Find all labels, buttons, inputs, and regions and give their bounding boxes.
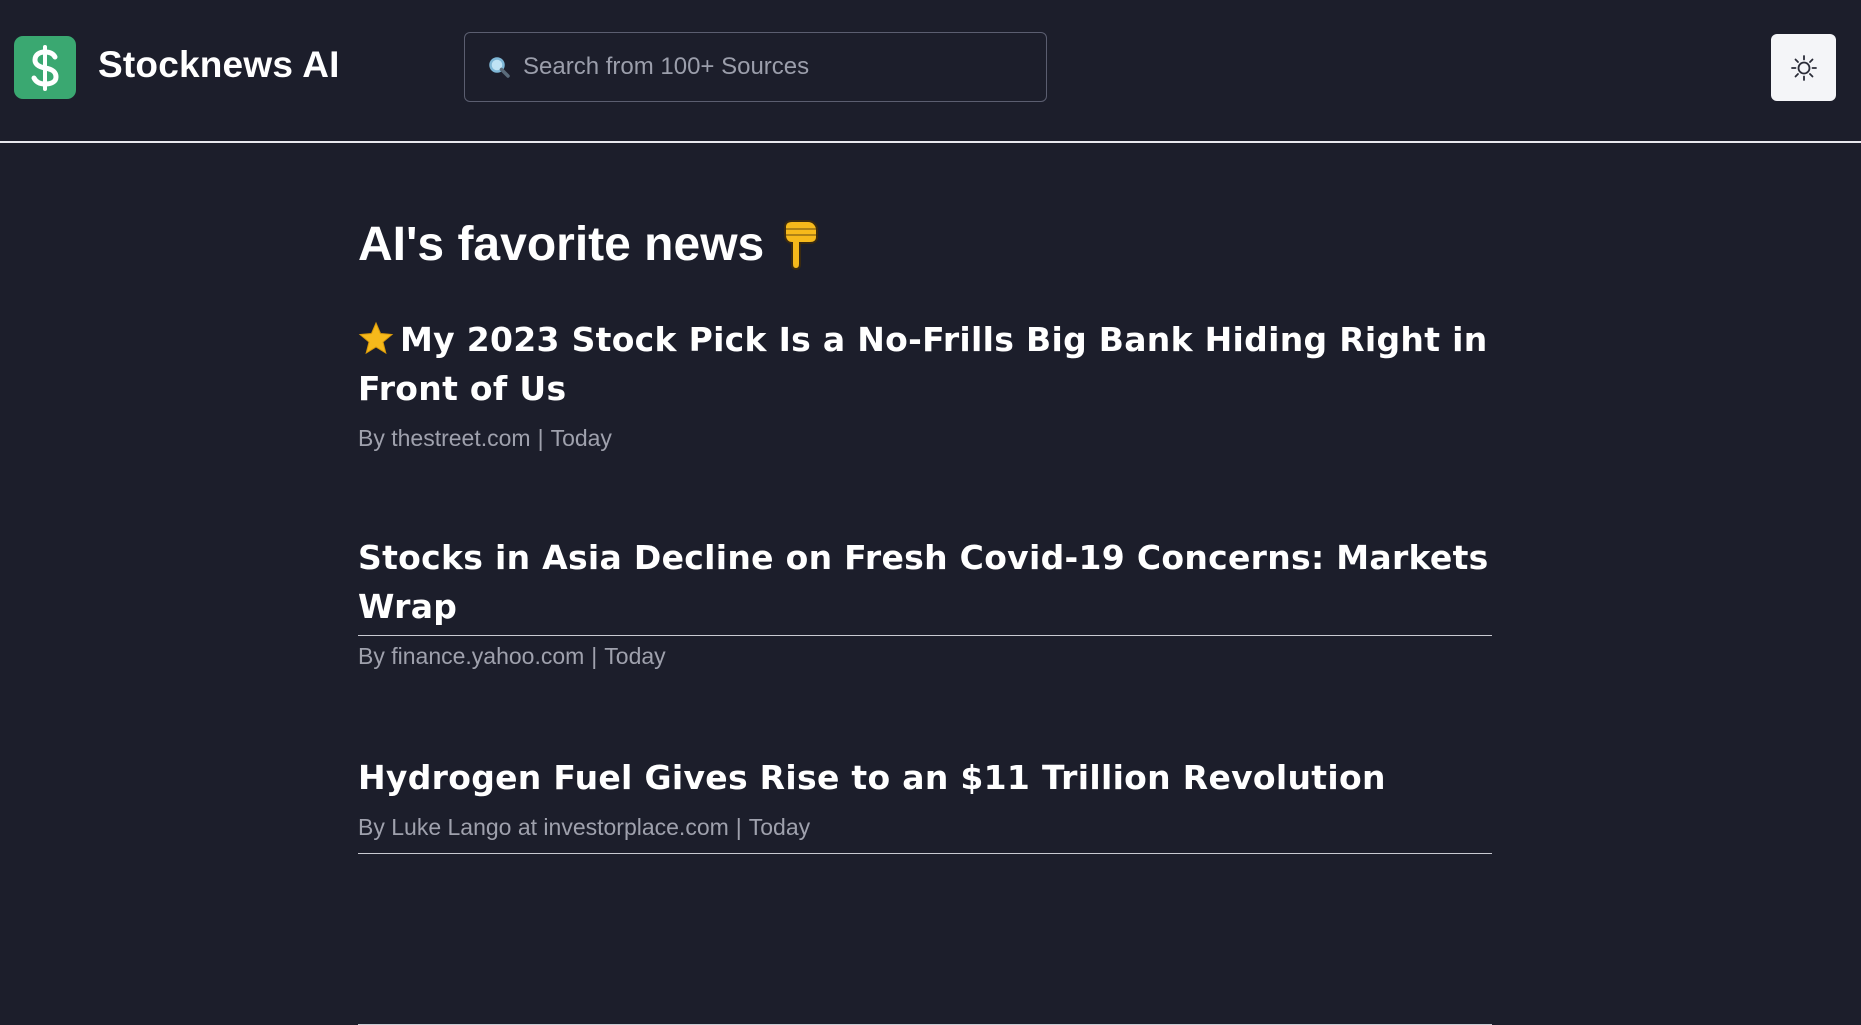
- article-byline: By Luke Lango at investorplace.com: [358, 814, 729, 840]
- app-name[interactable]: Stocknews AI: [98, 44, 340, 86]
- meta-separator: |: [735, 814, 742, 840]
- app-logo[interactable]: [14, 36, 76, 99]
- article-meta: By Luke Lango at investorplace.com | Today: [358, 814, 1492, 841]
- dollar-sign-icon: [31, 44, 59, 91]
- star-icon: [358, 321, 394, 355]
- search-icon: [487, 55, 511, 79]
- sun-icon: [1790, 54, 1817, 81]
- pointing-down-hand-icon: [782, 219, 820, 271]
- article-byline: By thestreet.com: [358, 425, 531, 451]
- theme-toggle-button[interactable]: [1771, 34, 1836, 101]
- meta-separator: |: [591, 643, 598, 669]
- article-meta: By finance.yahoo.com | Today: [358, 643, 1492, 670]
- article-title[interactable]: Stocks in Asia Decline on Fresh Covid-19…: [358, 533, 1492, 631]
- search-input[interactable]: [523, 53, 1003, 81]
- section-title: AI's favorite news: [358, 217, 820, 272]
- article-date: Today: [550, 425, 612, 451]
- article-title-text: My 2023 Stock Pick Is a No-Frills Big Ba…: [358, 320, 1488, 408]
- section-title-text: AI's favorite news: [358, 218, 765, 271]
- article-title[interactable]: Hydrogen Fuel Gives Rise to an $11 Trill…: [358, 753, 1492, 802]
- article-date: Today: [604, 643, 666, 669]
- article-title[interactable]: My 2023 Stock Pick Is a No-Frills Big Ba…: [358, 315, 1492, 413]
- article-byline: By finance.yahoo.com: [358, 643, 585, 669]
- meta-separator: |: [537, 425, 544, 451]
- top-navbar: Stocknews AI: [0, 0, 1861, 143]
- article-meta: By thestreet.com | Today: [358, 425, 1492, 452]
- search-box[interactable]: [464, 32, 1047, 102]
- news-article[interactable]: Hydrogen Fuel Gives Rise to an $11 Trill…: [358, 753, 1492, 1025]
- article-date: Today: [748, 814, 811, 840]
